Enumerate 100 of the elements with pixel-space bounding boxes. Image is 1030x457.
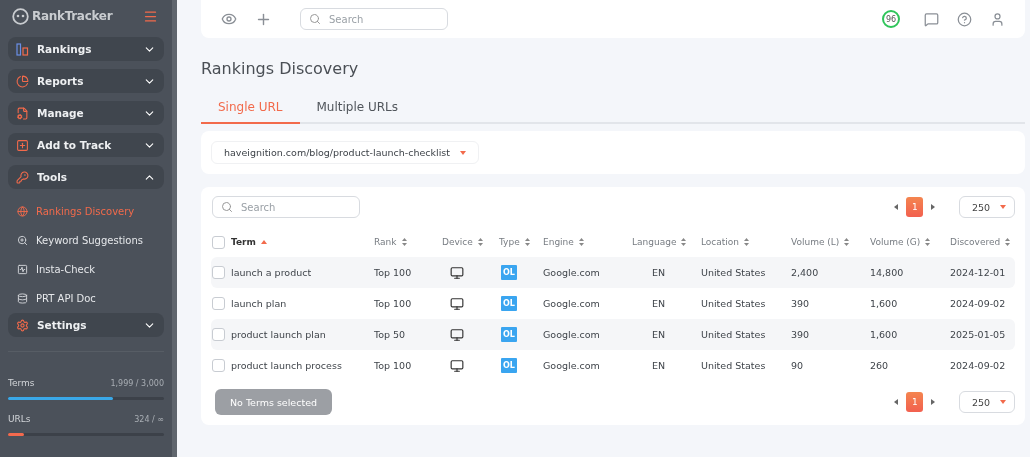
table-cell-text: Top 100 <box>374 360 413 371</box>
table-cell-text: Google.com <box>543 360 601 371</box>
caret-icon <box>1000 205 1006 209</box>
per-page-select[interactable]: 250 <box>959 391 1015 413</box>
checkbox[interactable] <box>212 266 225 279</box>
column-header[interactable]: Location <box>701 237 750 247</box>
column-header[interactable]: Rank <box>374 237 407 247</box>
column-header[interactable]: Device <box>442 237 483 247</box>
column-header[interactable]: Language <box>632 237 687 247</box>
sort-icon <box>844 238 850 246</box>
table-row[interactable]: product launch process Top 100 OL Google.com EN United States 90 260 2024-09-02 <box>211 350 1015 381</box>
key-icon <box>16 170 29 184</box>
table-row[interactable]: launch a product Top 100 OL Google.com EN United States 2,400 14,800 2024-12-01 <box>211 257 1015 288</box>
page-title: Rankings Discovery <box>201 59 360 78</box>
database-icon <box>17 293 28 304</box>
checkbox[interactable] <box>212 328 225 341</box>
checkbox[interactable] <box>212 297 225 310</box>
table-cell-text: 2,400 <box>791 267 820 278</box>
table-cell-text: Google.com <box>543 329 601 340</box>
monitor-icon <box>450 265 464 280</box>
table-cell-text: EN <box>651 329 666 340</box>
logo-icon <box>12 7 29 25</box>
sort-icon <box>681 238 687 246</box>
type-badge: OL <box>501 358 517 373</box>
globe-icon <box>17 206 28 217</box>
table-cell-text: 90 <box>791 360 805 371</box>
monitor-icon <box>450 296 464 311</box>
column-header[interactable]: Volume (G) <box>870 237 931 247</box>
table-cell-text: launch a product <box>231 267 313 278</box>
sort-icon <box>925 238 931 246</box>
table-cell-text: 2024-09-02 <box>950 298 1007 309</box>
menu-group[interactable]: Settings <box>8 313 164 337</box>
user-icon[interactable] <box>990 11 1005 27</box>
chat-icon[interactable] <box>924 11 939 27</box>
sort-icon <box>524 238 530 246</box>
square-chart-icon <box>17 264 28 275</box>
pie-chart-icon <box>16 74 29 88</box>
table-cell-text: Google.com <box>543 298 601 309</box>
table-cell-text: Top 50 <box>374 329 407 340</box>
table-cell-text: 2024-09-02 <box>950 360 1007 371</box>
help-icon[interactable] <box>957 11 972 27</box>
table-cell-text: Top 100 <box>374 298 413 309</box>
menu-group[interactable]: Tools <box>8 165 164 189</box>
column-header[interactable]: Discovered <box>950 237 1011 247</box>
usage-label: URLs <box>8 414 31 424</box>
table-cell-text: EN <box>651 360 666 371</box>
menu-group[interactable]: Reports <box>8 69 164 93</box>
table-cell-text: Top 100 <box>374 267 413 278</box>
usage-label: Terms <box>8 378 35 388</box>
settings-icon <box>16 318 29 332</box>
checkbox[interactable] <box>212 359 225 372</box>
arrow-left-icon[interactable] <box>894 399 898 405</box>
search-field[interactable]: Search <box>300 8 448 30</box>
table-cell-text: EN <box>651 298 666 309</box>
eye-icon[interactable] <box>221 11 237 27</box>
plus-square-icon <box>16 138 29 152</box>
menu-icon[interactable] <box>143 8 158 24</box>
table-cell-text: product launch process <box>231 360 343 371</box>
tab[interactable]: Multiple URLs <box>299 93 416 124</box>
logo-text: RankTracker <box>32 9 113 23</box>
arrow-left-icon[interactable] <box>894 204 898 210</box>
table-cell-text: product launch plan <box>231 329 327 340</box>
sort-icon <box>1005 238 1011 246</box>
column-header[interactable]: Engine <box>543 237 584 247</box>
column-header[interactable]: Volume (L) <box>791 237 850 247</box>
caret-icon <box>459 150 466 155</box>
table-row[interactable]: product launch plan Top 50 OL Google.com EN United States 390 1,600 2025-01-05 <box>211 319 1015 350</box>
table-cell-text: 2025-01-05 <box>950 329 1007 340</box>
score-badge[interactable]: 96 <box>882 10 900 28</box>
url-select[interactable]: haveignition.com/blog/product-launch-checklist <box>211 141 479 164</box>
per-page-select[interactable]: 250 <box>959 196 1015 218</box>
type-badge: OL <box>501 327 517 342</box>
table-cell-text: United States <box>701 329 767 340</box>
menu-item[interactable]: PRT API Doc <box>0 284 172 313</box>
table-cell-text: 2024-12-01 <box>950 267 1007 278</box>
table-row[interactable]: launch plan Top 100 OL Google.com EN United States 390 1,600 2024-09-02 <box>211 288 1015 319</box>
sort-icon <box>477 238 483 246</box>
sort-icon <box>578 238 584 246</box>
monitor-icon <box>450 358 464 373</box>
arrow-right-icon[interactable] <box>931 204 935 210</box>
menu-item[interactable]: Keyword Suggestions <box>0 226 172 255</box>
sort-icon <box>744 238 750 246</box>
search-field[interactable]: Search <box>212 196 360 218</box>
table-cell-text: Google.com <box>543 267 601 278</box>
menu-group[interactable]: Rankings <box>8 37 164 61</box>
table-cell-text: 390 <box>791 329 811 340</box>
arrow-right-icon[interactable] <box>931 399 935 405</box>
menu-item[interactable]: Insta-Check <box>0 255 172 284</box>
usage-reading: 1,999 / 3,000 <box>110 379 164 388</box>
menu-group[interactable]: Manage <box>8 101 164 125</box>
table-cell-text: 1,600 <box>870 298 899 309</box>
usage-reading: 324 / ∞ <box>134 415 164 424</box>
column-header[interactable]: Type <box>499 237 530 247</box>
monitor-icon <box>450 327 464 342</box>
table-cell-text: launch plan <box>231 298 288 309</box>
column-header[interactable]: Term <box>231 237 267 247</box>
menu-group[interactable]: Add to Track <box>8 133 164 157</box>
type-badge: OL <box>501 296 517 311</box>
checkbox[interactable] <box>212 235 225 249</box>
table-cell-text: 390 <box>791 298 811 309</box>
